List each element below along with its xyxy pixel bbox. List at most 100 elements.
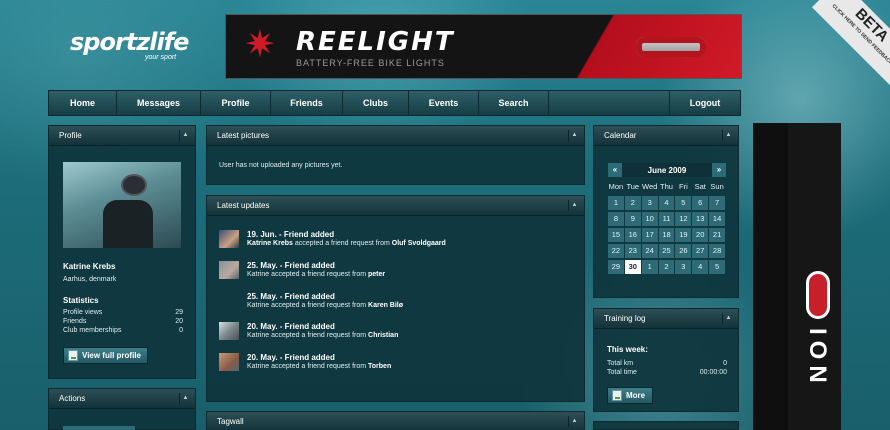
calendar-day[interactable]: 1 <box>608 196 624 210</box>
collapse-icon[interactable]: ▲ <box>722 130 734 141</box>
training-log-panel: Training log ▲ This week: Total km 0 Total… <box>593 308 739 412</box>
update-heading: 20. May. - Friend added <box>247 353 335 362</box>
training-label: Total time <box>607 369 637 376</box>
calendar-day[interactable]: 8 <box>608 212 624 226</box>
site-logo[interactable]: sportzlife <box>70 28 189 56</box>
update-target[interactable]: Torben <box>368 363 391 370</box>
calendar-day[interactable]: 23 <box>624 244 641 258</box>
calendar-day[interactable]: 4 <box>692 260 709 274</box>
nav-logout[interactable]: Logout <box>670 91 740 115</box>
calendar-day[interactable]: 22 <box>608 244 624 258</box>
actions-panel: Actions ▲ <box>48 388 196 430</box>
collapse-icon[interactable]: ▲ <box>722 313 734 324</box>
collapse-icon[interactable]: ▲ <box>179 130 191 141</box>
calendar-day[interactable]: 18 <box>658 228 675 242</box>
stat-label: Profile views <box>63 309 103 316</box>
calendar-day[interactable]: 3 <box>641 196 658 210</box>
nav-messages[interactable]: Messages <box>117 91 201 115</box>
more-button[interactable]: More <box>607 387 653 404</box>
update-avatar[interactable] <box>219 353 239 371</box>
calendar-day[interactable]: 19 <box>675 228 692 242</box>
this-week-label: This week: <box>607 345 648 354</box>
calendar-day[interactable]: 2 <box>624 196 641 210</box>
calendar-week-row: 15 16 17 18 19 20 21 <box>608 228 726 244</box>
latest-pictures-title: Latest pictures <box>217 131 270 140</box>
update-avatar[interactable] <box>219 261 239 279</box>
calendar-day[interactable]: 4 <box>658 196 675 210</box>
update-avatar[interactable] <box>219 322 239 340</box>
calendar-day[interactable]: 15 <box>608 228 624 242</box>
calendar-day[interactable]: 5 <box>675 196 692 210</box>
calendar-day[interactable]: 12 <box>675 212 692 226</box>
calendar-day[interactable]: 28 <box>709 244 726 258</box>
calendar-day[interactable]: 11 <box>658 212 675 226</box>
profile-name: Katrine Krebs <box>63 262 116 271</box>
weekday-label: Sun <box>710 182 724 191</box>
nav-friends[interactable]: Friends <box>271 91 343 115</box>
calendar-day[interactable]: 5 <box>709 260 726 274</box>
calendar-day[interactable]: 1 <box>641 260 658 274</box>
weekday-label: Tue <box>626 182 640 191</box>
calendar-day[interactable]: 16 <box>624 228 641 242</box>
nav-home[interactable]: Home <box>49 91 117 115</box>
update-body: Katrine accepted a friend request from <box>247 271 369 278</box>
nav-events[interactable]: Events <box>409 91 479 115</box>
training-label: Total km <box>607 360 634 367</box>
calendar-month: June 2009 <box>647 165 687 175</box>
training-row: Total time 00:00:00 <box>607 369 727 376</box>
latest-updates-panel: Latest updates ▲ 19. Jun. - Friend added … <box>206 195 585 402</box>
calendar-day[interactable]: 9 <box>624 212 641 226</box>
collapse-icon[interactable]: ▲ <box>568 416 580 427</box>
calendar-day[interactable]: 20 <box>692 228 709 242</box>
ion-side-ad[interactable]: ION <box>753 123 841 430</box>
collapse-icon[interactable]: ▲ <box>568 130 580 141</box>
update-avatar[interactable] <box>219 230 239 248</box>
calendar-title: Calendar <box>604 131 637 140</box>
calendar-prev-button[interactable]: « <box>608 163 622 177</box>
collapse-icon[interactable]: ▲ <box>179 393 191 404</box>
update-heading: 19. Jun. - Friend added <box>247 230 335 239</box>
profile-panel-title: Profile <box>59 131 82 140</box>
calendar-day[interactable]: 3 <box>675 260 692 274</box>
calendar-day[interactable]: 17 <box>641 228 658 242</box>
calendar-day[interactable]: 29 <box>608 260 624 274</box>
diver-body-image <box>103 200 153 248</box>
update-actor[interactable]: Katrine Krebs <box>247 240 293 247</box>
update-target[interactable]: Oluf Svoldgaard <box>392 240 446 247</box>
calendar-day[interactable]: 14 <box>709 212 726 226</box>
main-navigation: Home Messages Profile Friends Clubs Even… <box>48 90 741 116</box>
document-icon <box>612 390 622 401</box>
action-button[interactable] <box>63 426 135 430</box>
update-item: 20. May. - Friend added Katrine accepted… <box>219 351 579 375</box>
banner-tagline: BATTERY-FREE BIKE LIGHTS <box>296 58 445 68</box>
profile-photo[interactable] <box>63 162 181 248</box>
calendar-day[interactable]: 7 <box>709 196 726 210</box>
nav-search[interactable]: Search <box>479 91 549 115</box>
reelight-banner-ad[interactable]: ✷ REELIGHT BATTERY-FREE BIKE LIGHTS <box>225 14 742 79</box>
calendar-day[interactable]: 21 <box>709 228 726 242</box>
update-target[interactable]: peter <box>368 271 385 278</box>
latest-pictures-panel: Latest pictures ▲ User has not uploaded a… <box>206 125 585 185</box>
update-text: Katrine accepted a friend request from p… <box>247 271 385 278</box>
calendar-day[interactable]: 6 <box>692 196 709 210</box>
button-label: More <box>626 391 646 400</box>
calendar-day[interactable]: 25 <box>658 244 675 258</box>
calendar-day[interactable]: 24 <box>641 244 658 258</box>
update-target[interactable]: Christian <box>368 332 398 339</box>
calendar-day[interactable]: 27 <box>692 244 709 258</box>
ad-stripe <box>753 123 788 430</box>
nav-clubs[interactable]: Clubs <box>343 91 409 115</box>
calendar-day[interactable]: 10 <box>641 212 658 226</box>
calendar-day[interactable]: 13 <box>692 212 709 226</box>
calendar-day[interactable]: 26 <box>675 244 692 258</box>
weekday-label: Sat <box>694 182 706 191</box>
update-target[interactable]: Karen Bilø <box>368 302 403 309</box>
view-full-profile-button[interactable]: View full profile <box>63 347 148 364</box>
collapse-icon[interactable]: ▲ <box>568 200 580 211</box>
nav-profile[interactable]: Profile <box>201 91 271 115</box>
no-pictures-message: User has not uploaded any pictures yet. <box>219 162 343 169</box>
calendar-day[interactable]: 2 <box>658 260 675 274</box>
calendar-next-button[interactable]: » <box>711 163 726 177</box>
stat-row: Profile views 29 <box>63 309 183 318</box>
calendar-day-today[interactable]: 30 <box>624 260 641 274</box>
